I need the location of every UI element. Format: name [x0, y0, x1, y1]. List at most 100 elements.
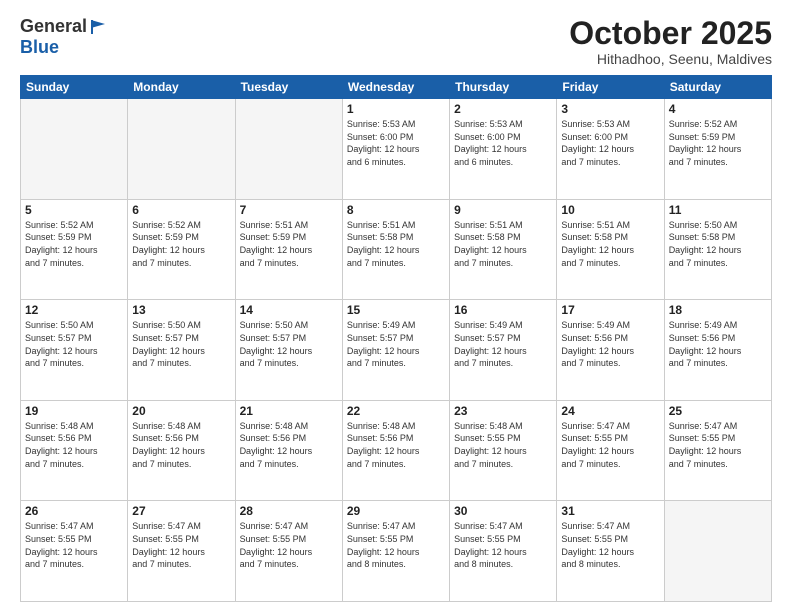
calendar-cell: 7 Sunrise: 5:51 AM Sunset: 5:59 PM Daylig…	[235, 199, 342, 300]
calendar-cell	[128, 99, 235, 200]
day-info: Sunrise: 5:49 AM Sunset: 5:57 PM Dayligh…	[454, 319, 552, 369]
calendar-cell: 22 Sunrise: 5:48 AM Sunset: 5:56 PM Dayli…	[342, 400, 449, 501]
day-info: Sunrise: 5:53 AM Sunset: 6:00 PM Dayligh…	[454, 118, 552, 168]
calendar-week-5: 26 Sunrise: 5:47 AM Sunset: 5:55 PM Dayli…	[21, 501, 772, 602]
day-info: Sunrise: 5:48 AM Sunset: 5:56 PM Dayligh…	[347, 420, 445, 470]
calendar-cell: 18Sunrise: 5:49 AM Sunset: 5:56 PM Dayli…	[664, 300, 771, 401]
calendar-cell: 8 Sunrise: 5:51 AM Sunset: 5:58 PM Daylig…	[342, 199, 449, 300]
day-info: Sunrise: 5:51 AM Sunset: 5:58 PM Dayligh…	[347, 219, 445, 269]
day-number: 9	[454, 203, 552, 217]
day-number: 7	[240, 203, 338, 217]
title-area: October 2025 Hithadhoo, Seenu, Maldives	[569, 16, 772, 67]
day-info: Sunrise: 5:50 AM Sunset: 5:57 PM Dayligh…	[132, 319, 230, 369]
day-number: 22	[347, 404, 445, 418]
day-number: 14	[240, 303, 338, 317]
logo: General Blue	[20, 16, 107, 58]
day-number: 30	[454, 504, 552, 518]
day-info: Sunrise: 5:47 AM Sunset: 5:55 PM Dayligh…	[25, 520, 123, 570]
calendar-cell: 14 Sunrise: 5:50 AM Sunset: 5:57 PM Dayli…	[235, 300, 342, 401]
day-info: Sunrise: 5:48 AM Sunset: 5:56 PM Dayligh…	[240, 420, 338, 470]
day-number: 24	[561, 404, 659, 418]
day-info: Sunrise: 5:50 AM Sunset: 5:57 PM Dayligh…	[25, 319, 123, 369]
calendar-cell: 6Sunrise: 5:52 AM Sunset: 5:59 PM Daylig…	[128, 199, 235, 300]
day-number: 29	[347, 504, 445, 518]
calendar-cell: 21 Sunrise: 5:48 AM Sunset: 5:56 PM Dayli…	[235, 400, 342, 501]
day-info: Sunrise: 5:50 AM Sunset: 5:58 PM Dayligh…	[669, 219, 767, 269]
calendar-cell: 11Sunrise: 5:50 AM Sunset: 5:58 PM Dayli…	[664, 199, 771, 300]
calendar-cell: 28 Sunrise: 5:47 AM Sunset: 5:55 PM Dayli…	[235, 501, 342, 602]
day-info: Sunrise: 5:47 AM Sunset: 5:55 PM Dayligh…	[561, 420, 659, 470]
day-info: Sunrise: 5:48 AM Sunset: 5:55 PM Dayligh…	[454, 420, 552, 470]
calendar-cell: 4 Sunrise: 5:52 AM Sunset: 5:59 PM Daylig…	[664, 99, 771, 200]
calendar-cell	[664, 501, 771, 602]
day-number: 10	[561, 203, 659, 217]
calendar-cell: 1 Sunrise: 5:53 AM Sunset: 6:00 PM Daylig…	[342, 99, 449, 200]
day-info: Sunrise: 5:53 AM Sunset: 6:00 PM Dayligh…	[561, 118, 659, 168]
calendar-cell: 13 Sunrise: 5:50 AM Sunset: 5:57 PM Dayli…	[128, 300, 235, 401]
calendar-cell: 30 Sunrise: 5:47 AM Sunset: 5:55 PM Dayli…	[450, 501, 557, 602]
day-info: Sunrise: 5:48 AM Sunset: 5:56 PM Dayligh…	[25, 420, 123, 470]
calendar-header-saturday: Saturday	[664, 76, 771, 99]
calendar-cell: 5Sunrise: 5:52 AM Sunset: 5:59 PM Daylig…	[21, 199, 128, 300]
logo-text: General	[20, 16, 107, 37]
day-info: Sunrise: 5:52 AM Sunset: 5:59 PM Dayligh…	[132, 219, 230, 269]
day-info: Sunrise: 5:47 AM Sunset: 5:55 PM Dayligh…	[454, 520, 552, 570]
day-number: 31	[561, 504, 659, 518]
calendar-table: SundayMondayTuesdayWednesdayThursdayFrid…	[20, 75, 772, 602]
day-number: 4	[669, 102, 767, 116]
day-number: 21	[240, 404, 338, 418]
day-number: 17	[561, 303, 659, 317]
page: General Blue October 2025 Hithadhoo, See…	[0, 0, 792, 612]
calendar-header-wednesday: Wednesday	[342, 76, 449, 99]
calendar-cell: 24 Sunrise: 5:47 AM Sunset: 5:55 PM Dayli…	[557, 400, 664, 501]
calendar-cell: 16Sunrise: 5:49 AM Sunset: 5:57 PM Dayli…	[450, 300, 557, 401]
calendar-week-3: 12 Sunrise: 5:50 AM Sunset: 5:57 PM Dayli…	[21, 300, 772, 401]
day-info: Sunrise: 5:47 AM Sunset: 5:55 PM Dayligh…	[240, 520, 338, 570]
calendar-header-row: SundayMondayTuesdayWednesdayThursdayFrid…	[21, 76, 772, 99]
day-info: Sunrise: 5:47 AM Sunset: 5:55 PM Dayligh…	[669, 420, 767, 470]
day-info: Sunrise: 5:51 AM Sunset: 5:59 PM Dayligh…	[240, 219, 338, 269]
calendar-cell: 27 Sunrise: 5:47 AM Sunset: 5:55 PM Dayli…	[128, 501, 235, 602]
logo-flag-icon	[89, 18, 107, 36]
calendar-cell: 17 Sunrise: 5:49 AM Sunset: 5:56 PM Dayli…	[557, 300, 664, 401]
day-number: 13	[132, 303, 230, 317]
day-number: 12	[25, 303, 123, 317]
day-info: Sunrise: 5:53 AM Sunset: 6:00 PM Dayligh…	[347, 118, 445, 168]
calendar-cell: 19Sunrise: 5:48 AM Sunset: 5:56 PM Dayli…	[21, 400, 128, 501]
day-info: Sunrise: 5:48 AM Sunset: 5:56 PM Dayligh…	[132, 420, 230, 470]
day-info: Sunrise: 5:51 AM Sunset: 5:58 PM Dayligh…	[561, 219, 659, 269]
day-info: Sunrise: 5:49 AM Sunset: 5:56 PM Dayligh…	[669, 319, 767, 369]
day-info: Sunrise: 5:49 AM Sunset: 5:57 PM Dayligh…	[347, 319, 445, 369]
day-number: 27	[132, 504, 230, 518]
calendar-cell: 3Sunrise: 5:53 AM Sunset: 6:00 PM Daylig…	[557, 99, 664, 200]
day-number: 8	[347, 203, 445, 217]
calendar-cell: 31Sunrise: 5:47 AM Sunset: 5:55 PM Dayli…	[557, 501, 664, 602]
calendar-cell: 12 Sunrise: 5:50 AM Sunset: 5:57 PM Dayli…	[21, 300, 128, 401]
calendar-cell: 26 Sunrise: 5:47 AM Sunset: 5:55 PM Dayli…	[21, 501, 128, 602]
day-number: 5	[25, 203, 123, 217]
calendar-week-2: 5 Sunrise: 5:52 AM Sunset: 5:59 PM Daylig…	[21, 199, 772, 300]
day-info: Sunrise: 5:49 AM Sunset: 5:56 PM Dayligh…	[561, 319, 659, 369]
day-number: 20	[132, 404, 230, 418]
day-info: Sunrise: 5:52 AM Sunset: 5:59 PM Dayligh…	[669, 118, 767, 168]
calendar-header-tuesday: Tuesday	[235, 76, 342, 99]
day-number: 28	[240, 504, 338, 518]
calendar-cell	[235, 99, 342, 200]
calendar-cell: 10 Sunrise: 5:51 AM Sunset: 5:58 PM Dayli…	[557, 199, 664, 300]
calendar-header-monday: Monday	[128, 76, 235, 99]
day-info: Sunrise: 5:47 AM Sunset: 5:55 PM Dayligh…	[132, 520, 230, 570]
logo-general: General	[20, 16, 87, 37]
month-title: October 2025	[569, 16, 772, 51]
day-number: 15	[347, 303, 445, 317]
calendar-cell: 25Sunrise: 5:47 AM Sunset: 5:55 PM Dayli…	[664, 400, 771, 501]
day-number: 1	[347, 102, 445, 116]
calendar-cell: 23Sunrise: 5:48 AM Sunset: 5:55 PM Dayli…	[450, 400, 557, 501]
day-number: 26	[25, 504, 123, 518]
day-number: 2	[454, 102, 552, 116]
calendar-week-1: 1 Sunrise: 5:53 AM Sunset: 6:00 PM Daylig…	[21, 99, 772, 200]
location: Hithadhoo, Seenu, Maldives	[569, 51, 772, 67]
day-info: Sunrise: 5:50 AM Sunset: 5:57 PM Dayligh…	[240, 319, 338, 369]
calendar-cell: 29Sunrise: 5:47 AM Sunset: 5:55 PM Dayli…	[342, 501, 449, 602]
calendar-cell: 20 Sunrise: 5:48 AM Sunset: 5:56 PM Dayli…	[128, 400, 235, 501]
logo-blue: Blue	[20, 37, 59, 58]
